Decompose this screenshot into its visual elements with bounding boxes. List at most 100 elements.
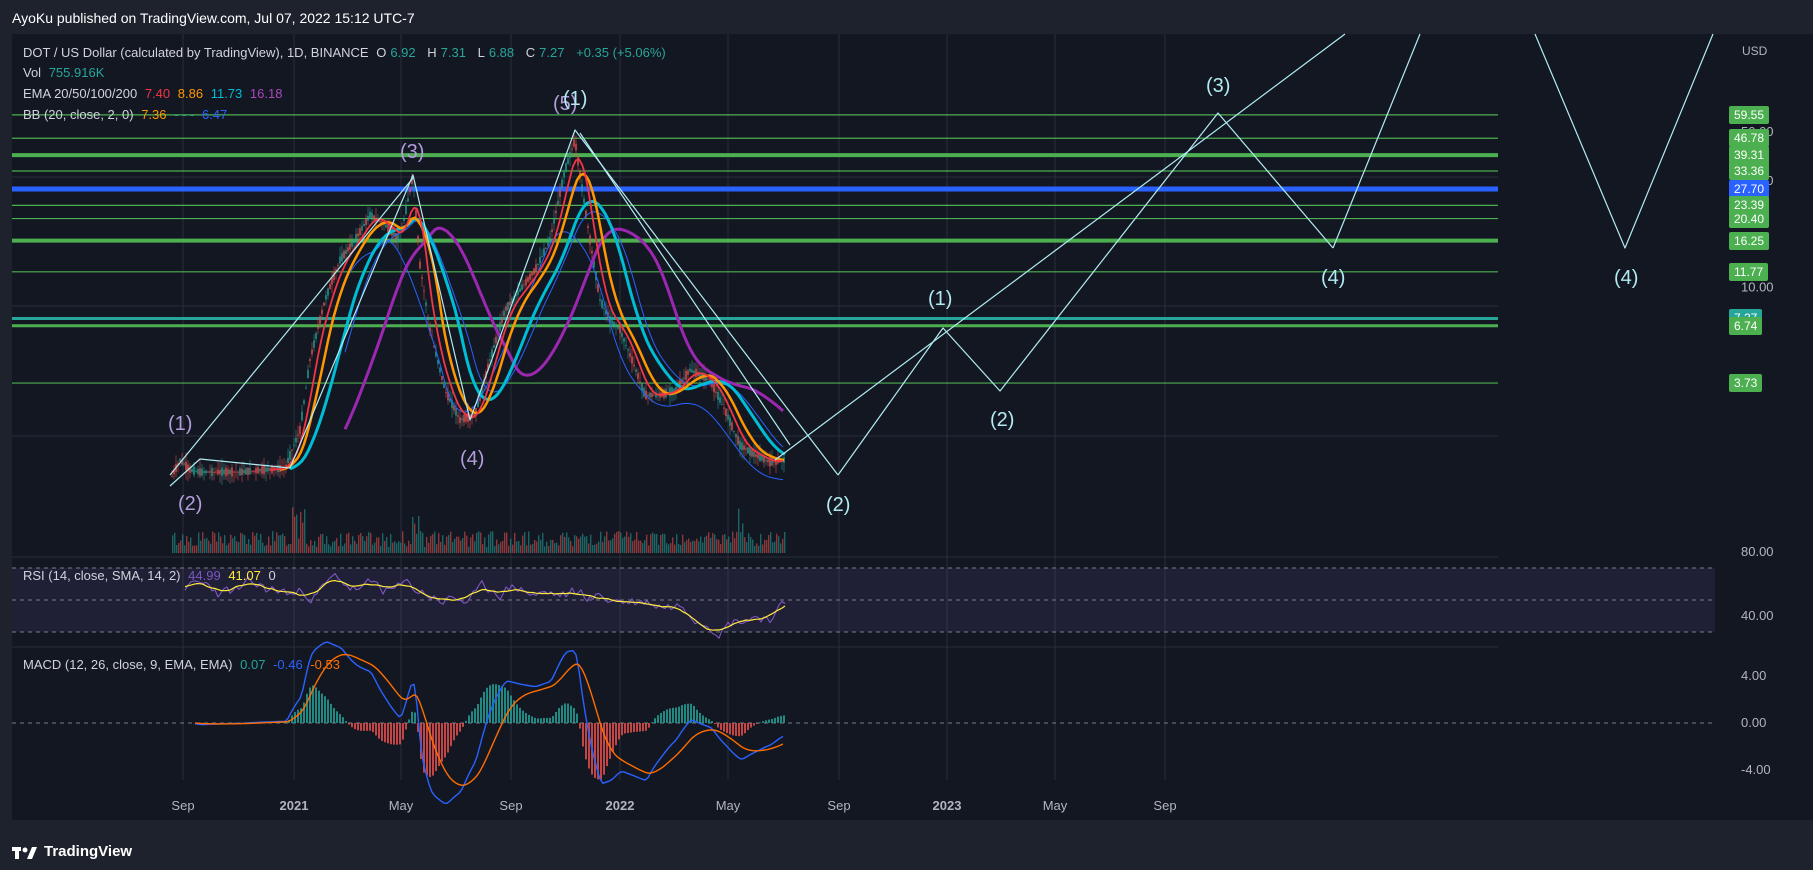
macd-hist-bar <box>558 708 560 723</box>
volume-bar <box>454 538 456 553</box>
volume-bar <box>692 540 694 553</box>
volume-bar <box>674 544 676 553</box>
volume-bar <box>484 537 486 553</box>
candle-body <box>463 414 465 423</box>
candle-body <box>353 240 355 243</box>
volume-bar <box>490 531 492 553</box>
volume-bar <box>302 522 304 553</box>
macd-hist-bar <box>570 705 572 723</box>
volume-bar <box>480 532 482 553</box>
macd-hist-bar <box>399 723 401 745</box>
volume-bar <box>576 536 578 553</box>
tradingview-logo[interactable]: TradingView <box>12 843 132 860</box>
volume-bar <box>486 546 488 553</box>
volume-bar <box>660 534 662 553</box>
macd-hist-bar <box>687 703 689 723</box>
candle-body <box>525 278 527 286</box>
volume-bar <box>572 546 574 553</box>
macd-hist-bar <box>366 723 368 731</box>
volume-bar <box>266 544 268 553</box>
macd-hist-bar <box>669 708 671 723</box>
ema200-value: 16.18 <box>249 86 283 101</box>
volume-bar <box>512 544 514 553</box>
volume-bar <box>508 545 510 553</box>
volume-bar <box>198 532 200 553</box>
volume-bar <box>242 533 244 553</box>
volume-bar <box>626 531 628 553</box>
macd-hist-bar <box>345 721 347 723</box>
macd-hist-bar <box>630 723 632 733</box>
volume-bar <box>460 540 462 553</box>
candle-body <box>695 368 697 378</box>
candle-body <box>259 469 261 472</box>
price-level-badge: 46.78 <box>1729 129 1770 148</box>
volume-bar <box>398 541 400 553</box>
volume-bar <box>274 541 276 553</box>
macd-hist-bar <box>519 707 521 723</box>
candle-body <box>201 468 203 476</box>
volume-bar <box>294 516 296 553</box>
macd-hist-bar <box>759 722 761 723</box>
volume-bar <box>492 531 494 553</box>
macd-hist-bar <box>594 723 596 778</box>
volume-bar <box>442 535 444 553</box>
candle-body <box>567 158 569 164</box>
volume-bar <box>464 531 466 553</box>
macd-hist-bar <box>672 707 674 723</box>
volume-bar <box>362 536 364 553</box>
candle-body <box>341 253 343 262</box>
candle-body <box>397 233 399 243</box>
volume-bar <box>440 542 442 553</box>
candle-body <box>421 277 423 279</box>
volume-bar <box>432 534 434 553</box>
volume-bar <box>298 538 300 553</box>
volume-bar <box>204 538 206 553</box>
volume-bar <box>500 541 502 553</box>
candle-body <box>733 430 735 432</box>
volume-bar <box>278 535 280 553</box>
macd-hist-bar <box>726 723 728 734</box>
candle-body <box>561 179 563 189</box>
candle-body <box>549 237 551 243</box>
candle-body <box>577 156 579 166</box>
macd-hist-bar <box>546 717 548 723</box>
candle-body <box>539 256 541 264</box>
candle-body <box>461 418 463 421</box>
volume-bar <box>590 534 592 553</box>
wave-label: (3) <box>400 141 424 163</box>
volume-bar <box>772 542 774 553</box>
volume-bar <box>212 531 214 553</box>
chart-svg[interactable]: 50.0030.0010.00USD(1)(2)(3)(4)(5)(1)(2)(… <box>0 0 1813 870</box>
volume-bar <box>608 540 610 553</box>
volume-bar <box>748 533 750 553</box>
ema50-value: 8.86 <box>177 86 204 101</box>
macd-hist-bar <box>675 707 677 723</box>
volume-bar <box>494 545 496 553</box>
volume-bar <box>524 532 526 553</box>
macd-hist-bar <box>495 684 497 723</box>
candle-body <box>507 301 509 311</box>
candle-body <box>551 229 553 232</box>
volume-bar <box>538 535 540 553</box>
volume-bar <box>684 542 686 553</box>
bb-lower: 6.47 <box>201 107 228 122</box>
candle-body <box>241 468 243 475</box>
x-axis-label: Sep <box>1153 798 1176 813</box>
macd-hist-bar <box>540 718 542 723</box>
candle-body <box>757 454 759 459</box>
volume-bar <box>602 541 604 553</box>
candle-body <box>553 219 555 224</box>
volume-bar <box>366 536 368 553</box>
candle-body <box>337 265 339 267</box>
volume-bar <box>730 542 732 553</box>
macd-hist-bar <box>762 721 764 723</box>
candle-body <box>715 391 717 393</box>
macd-hist-bar <box>555 711 557 723</box>
candle-body <box>183 463 185 465</box>
macd-axis-tick: -4.00 <box>1741 762 1771 777</box>
volume-bar <box>380 546 382 553</box>
macd-hist-bar <box>708 719 710 723</box>
volume-bar <box>292 507 294 553</box>
volume-bar <box>280 535 282 553</box>
candle-body <box>547 242 549 246</box>
